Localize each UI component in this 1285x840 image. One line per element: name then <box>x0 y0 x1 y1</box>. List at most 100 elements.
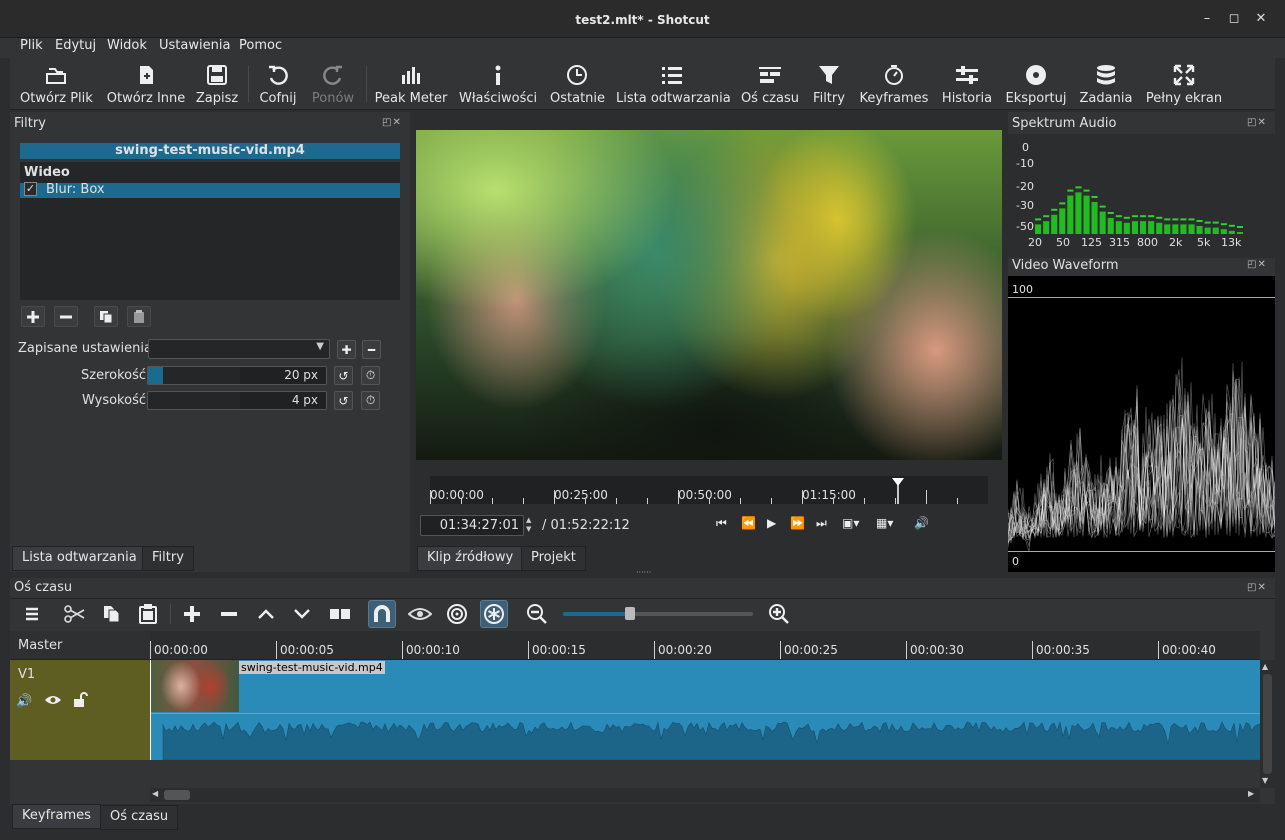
width-value: 20 px <box>284 368 318 382</box>
menu-ustawienia[interactable]: Ustawienia <box>159 38 230 58</box>
panel-float-close-icons[interactable]: ◰✕ <box>1247 259 1267 270</box>
save-preset-button[interactable]: ✚ <box>337 340 356 359</box>
paste-filters-button[interactable] <box>127 306 151 327</box>
overwrite-button[interactable] <box>288 600 316 628</box>
filter-enable-checkbox[interactable]: ✓ <box>24 182 37 196</box>
timeline-horizontal-scrollbar[interactable]: ◀ ▶ <box>150 788 1260 802</box>
copy-button[interactable] <box>97 600 125 628</box>
timeline-vertical-scrollbar[interactable]: ▲ ▼ <box>1260 660 1275 788</box>
bottom-tab-bar <box>10 804 1275 840</box>
eye-icon[interactable] <box>44 693 62 711</box>
undo-button[interactable]: Cofnij <box>258 62 298 108</box>
timeline-ruler[interactable]: 00:00:00 00:00:05 00:00:10 00:00:15 00:0… <box>150 631 1260 660</box>
cut-button[interactable] <box>61 600 89 628</box>
filter-item-blur-box[interactable]: ✓ Blur: Box <box>20 182 400 198</box>
scroll-left-icon[interactable]: ◀ <box>152 789 158 798</box>
add-filter-button[interactable] <box>21 306 45 327</box>
remove-filter-button[interactable] <box>54 306 78 327</box>
fullscreen-button[interactable]: Pełny ekran <box>1144 62 1224 108</box>
tab-filters[interactable]: Filtry <box>142 546 194 571</box>
close-button[interactable]: ✕ <box>1254 12 1268 26</box>
fast-forward-icon[interactable]: ⏩ <box>790 516 805 530</box>
panel-float-close-icons[interactable]: ◰✕ <box>1247 582 1267 593</box>
height-reset-button[interactable]: ↺ <box>334 391 353 410</box>
eye-icon <box>408 608 432 620</box>
open-file-button[interactable]: Otwórz Plik <box>20 62 93 108</box>
ripple-button[interactable] <box>443 600 471 628</box>
zoom-out-button[interactable] <box>523 600 551 628</box>
skip-next-icon[interactable]: ⏭ <box>816 516 827 531</box>
lift-button[interactable] <box>252 600 280 628</box>
maximize-button[interactable]: ◻ <box>1227 12 1241 26</box>
scroll-right-icon[interactable]: ▶ <box>1248 789 1254 798</box>
append-button[interactable] <box>178 600 206 628</box>
tab-keyframes[interactable]: Keyframes <box>12 804 101 829</box>
height-slider[interactable]: 4 px <box>147 391 327 410</box>
ripple-all-tracks-button[interactable] <box>480 600 508 628</box>
presets-combo[interactable]: ▼ <box>148 339 330 359</box>
timeline-menu-button[interactable] <box>18 600 46 628</box>
snap-button[interactable] <box>368 600 396 628</box>
width-keyframe-button[interactable]: ⏱ <box>361 366 380 385</box>
waveform-bottom-label: 0 <box>1012 555 1019 568</box>
zoom-in-button[interactable] <box>765 600 793 628</box>
tab-project[interactable]: Projekt <box>521 546 586 571</box>
remove-button[interactable] <box>215 600 243 628</box>
splitter-handle[interactable]: ······ <box>636 568 651 577</box>
playlist-button[interactable]: Lista odtwarzania <box>616 62 731 108</box>
zoom-slider[interactable] <box>563 607 753 620</box>
plus-icon: ✚ <box>341 342 352 357</box>
play-icon[interactable]: ▶ <box>767 516 776 530</box>
menu-edytuj[interactable]: Edytuj <box>55 38 96 58</box>
zoom-slider-handle[interactable] <box>624 607 635 620</box>
height-keyframe-button[interactable]: ⏱ <box>361 391 380 410</box>
scroll-up-icon[interactable]: ▲ <box>1262 662 1268 671</box>
copy-filters-button[interactable] <box>94 306 118 327</box>
recent-button[interactable]: Ostatnie <box>550 62 605 108</box>
split-button[interactable] <box>326 600 354 628</box>
export-button[interactable]: Eksportuj <box>1004 62 1068 108</box>
scroll-thumb-horizontal[interactable] <box>164 790 190 800</box>
filters-button[interactable]: Filtry <box>810 62 848 108</box>
player-ruler[interactable]: 00:00:00 00:25:00 00:50:00 01:15:00 <box>430 476 988 504</box>
zoom-icon[interactable]: ▣▾ <box>842 516 859 530</box>
timeline-clip[interactable]: swing-test-music-vid.mp4 <box>150 660 1261 760</box>
menu-pomoc[interactable]: Pomoc <box>239 38 282 58</box>
jobs-button[interactable]: Zadania <box>1078 62 1134 108</box>
current-time-field[interactable]: 01:34:27:01 <box>420 515 524 536</box>
panel-float-close-icons[interactable]: ◰✕ <box>382 117 402 128</box>
width-slider[interactable]: 20 px <box>147 366 327 385</box>
panel-float-close-icons[interactable]: ◰✕ <box>1247 117 1267 128</box>
v1-track-header[interactable]: V1 🔊 <box>10 660 150 760</box>
grid-icon[interactable]: ▦▾ <box>876 516 893 530</box>
lock-open-icon[interactable] <box>72 692 88 712</box>
delete-preset-button[interactable]: ━ <box>362 340 381 359</box>
volume-icon[interactable]: 🔊 <box>914 516 929 530</box>
rewind-icon[interactable]: ⏪ <box>741 516 756 530</box>
history-button[interactable]: Historia <box>940 62 994 108</box>
tab-timeline[interactable]: Oś czasu <box>100 805 179 830</box>
redo-button[interactable]: Ponów <box>310 62 356 108</box>
export-icon <box>1004 62 1068 88</box>
skip-previous-icon[interactable]: ⏮ <box>716 516 727 531</box>
properties-button[interactable]: Właściwości <box>459 62 537 108</box>
save-button[interactable]: Zapisz <box>195 62 239 108</box>
spectrum-bar <box>1228 230 1235 234</box>
scrub-button[interactable] <box>406 600 434 628</box>
master-track-header[interactable]: Master <box>10 631 150 660</box>
timeline-button[interactable]: Oś czasu <box>740 62 800 108</box>
scroll-thumb[interactable] <box>1263 674 1272 774</box>
paste-button[interactable] <box>134 600 162 628</box>
keyframes-button[interactable]: Keyframes <box>858 62 930 108</box>
time-spinner[interactable]: ▲ ▼ <box>526 516 536 536</box>
tab-source-clip[interactable]: Klip źródłowy <box>417 546 524 571</box>
minimize-button[interactable]: – <box>1200 12 1214 26</box>
peak-meter-button[interactable]: Peak Meter <box>374 62 448 108</box>
mute-icon[interactable]: 🔊 <box>16 694 32 709</box>
scroll-down-icon[interactable]: ▼ <box>1262 776 1268 785</box>
menu-widok[interactable]: Widok <box>107 38 147 58</box>
open-other-button[interactable]: Otwórz Inne <box>104 62 188 108</box>
width-reset-button[interactable]: ↺ <box>334 366 353 385</box>
tab-playlist[interactable]: Lista odtwarzania <box>12 546 147 571</box>
menu-plik[interactable]: Plik <box>20 38 43 58</box>
